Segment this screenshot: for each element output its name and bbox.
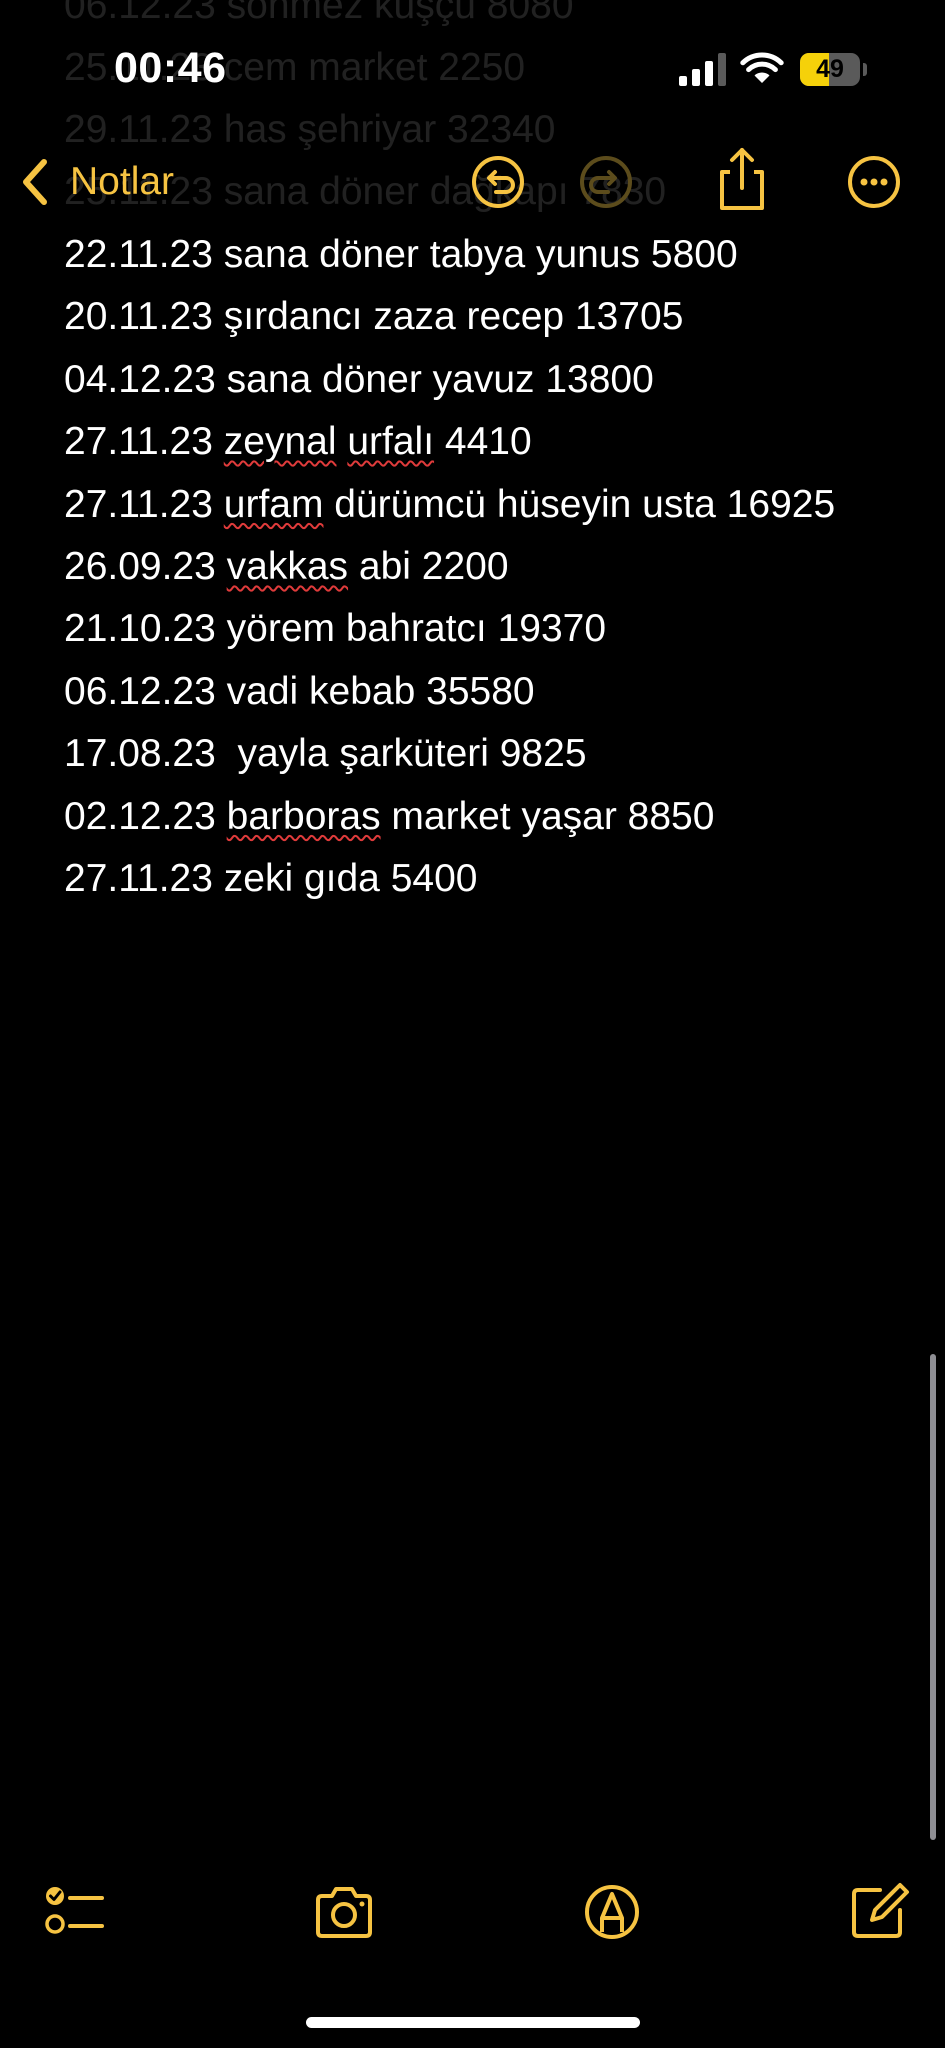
note-date: 17.08.23	[64, 732, 216, 776]
note-line[interactable]: 21.10.23 yörem bahratcı 19370	[64, 598, 924, 660]
compose-icon[interactable]	[846, 1880, 910, 1944]
note-date: 22.11.23	[64, 233, 213, 276]
note-text: vadi kebab 35580	[215, 669, 535, 713]
note-text: yörem bahratcı 19370	[215, 607, 607, 651]
nav-bar: Notlar	[0, 140, 945, 224]
undo-icon[interactable]	[466, 150, 530, 214]
status-time: 00:46	[114, 44, 227, 92]
note-date: 27.11.23	[64, 482, 213, 526]
battery-icon: 49	[800, 53, 860, 86]
note-line[interactable]: 04.12.23 sana döner yavuz 13800	[64, 349, 924, 411]
note-line[interactable]: 17.08.23 yayla şarküteri 9825	[64, 723, 924, 785]
note-line[interactable]: 27.11.23 zeki gıda 5400	[64, 848, 924, 910]
misspelled-word: zeynal	[223, 420, 337, 464]
misspelled-word: barboras	[226, 794, 381, 838]
note-date: 27.11.23	[64, 420, 213, 464]
battery-level: 49	[816, 55, 844, 83]
battery-tip	[863, 63, 867, 76]
note-line[interactable]: 27.11.23 urfam dürümcü hüseyin usta 1692…	[64, 474, 924, 536]
note-line[interactable]: 20.11.23 şırdancı zaza recep 13705	[64, 286, 924, 348]
note-date: 21.10.23	[64, 607, 216, 651]
back-label: Notlar	[70, 160, 175, 203]
note-body[interactable]: 22.11.23 sana döner tabya yunus 5800 20.1…	[64, 224, 924, 910]
cellular-signal-icon	[679, 53, 726, 86]
redo-icon[interactable]	[574, 150, 638, 214]
note-text: yayla şarküteri 9825	[215, 732, 587, 776]
bottom-toolbar	[0, 1880, 945, 1970]
note-text: zeki gıda 5400	[212, 857, 478, 901]
note-date: 06.12.23	[64, 669, 216, 713]
note-date: 26.09.23	[64, 545, 216, 589]
misspelled-word: vakkas	[226, 545, 349, 589]
wifi-icon	[740, 52, 784, 83]
note-text	[337, 420, 348, 463]
status-bar: 00:46 49	[0, 0, 945, 130]
checklist-icon[interactable]	[40, 1880, 104, 1944]
note-date: 27.11.23	[64, 857, 213, 901]
scroll-indicator[interactable]	[930, 1354, 936, 1840]
note-date: 04.12.23	[64, 357, 216, 401]
note-text: sana döner yavuz 13800	[215, 357, 654, 401]
note-text: sana döner tabya yunus 5800	[212, 233, 738, 276]
note-text: dürümcü hüseyin usta 16925	[323, 482, 836, 526]
note-text: abi 2200	[348, 545, 509, 589]
misspelled-word: urfam	[223, 482, 324, 526]
more-icon[interactable]	[842, 150, 906, 214]
home-indicator[interactable]	[306, 2017, 640, 2028]
back-button[interactable]: Notlar	[18, 152, 174, 212]
share-icon[interactable]	[710, 144, 774, 214]
note-date: 20.11.23	[64, 295, 213, 339]
misspelled-word: urfalı	[347, 420, 435, 464]
note-text: 4410	[434, 420, 532, 464]
markup-icon[interactable]	[580, 1880, 644, 1944]
note-text	[213, 420, 224, 463]
chevron-left-icon	[23, 159, 47, 205]
note-text	[216, 795, 227, 838]
note-line[interactable]: 27.11.23 zeynal urfalı 4410	[64, 411, 924, 473]
note-text	[213, 483, 224, 526]
note-text: şırdancı zaza recep 13705	[212, 295, 684, 339]
note-line[interactable]: 26.09.23 vakkas abi 2200	[64, 536, 924, 598]
camera-icon[interactable]	[312, 1880, 376, 1944]
note-line[interactable]: 22.11.23 sana döner tabya yunus 5800	[64, 224, 924, 286]
note-text	[216, 545, 227, 588]
note-line[interactable]: 06.12.23 vadi kebab 35580	[64, 661, 924, 723]
note-text: market yaşar 8850	[380, 794, 715, 838]
note-date: 02.12.23	[64, 794, 216, 838]
note-line[interactable]: 02.12.23 barboras market yaşar 8850	[64, 786, 924, 848]
